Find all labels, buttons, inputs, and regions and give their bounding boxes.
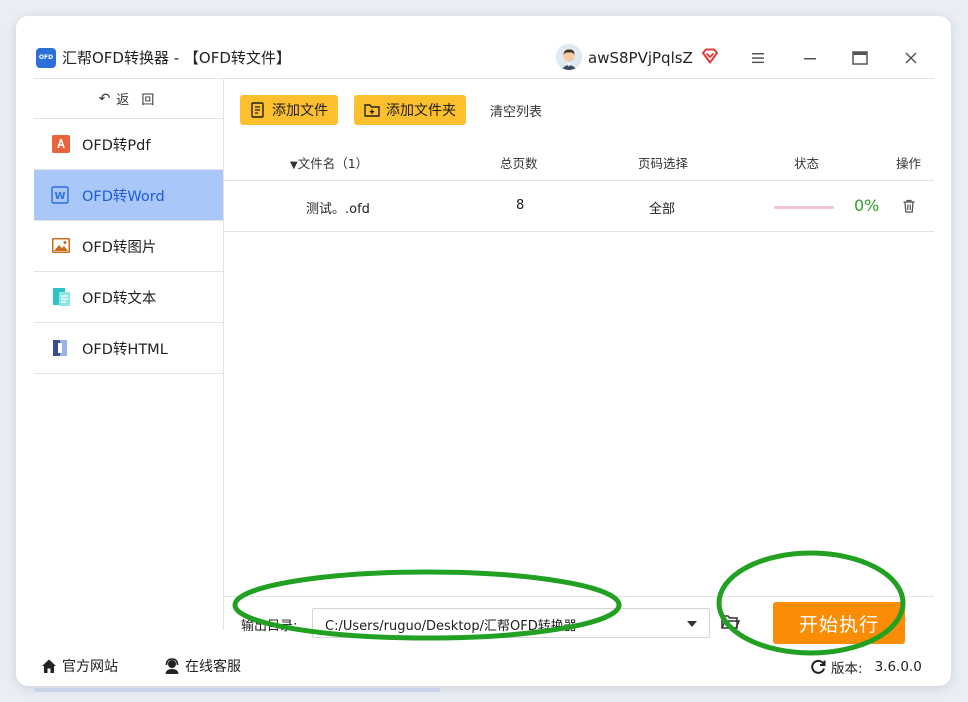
- output-label: 输出目录:: [241, 619, 298, 634]
- row-filename: 测试。.ofd: [306, 202, 370, 217]
- sidebar-item-label: OFD转Word: [82, 188, 165, 205]
- website-link[interactable]: 官方网站: [40, 656, 118, 676]
- sidebar-item-text[interactable]: OFD转文本: [34, 272, 223, 323]
- progress-bar: [774, 206, 834, 209]
- main-panel: 添加文件 添加文件夹 清空列表 ▼文件名（1） 总页数 页码选择 状态 操作 测…: [224, 78, 934, 630]
- output-bar: 输出目录: C:/Users/ruguo/Desktop/汇帮OFD转换器 开始…: [224, 596, 934, 646]
- add-folder-button[interactable]: 添加文件夹: [354, 95, 466, 125]
- row-page-select[interactable]: 全部: [649, 198, 675, 217]
- back-arrow-icon: ↶: [98, 90, 111, 107]
- sidebar-item-label: OFD转Pdf: [82, 137, 151, 154]
- word-icon: W: [51, 186, 69, 204]
- column-filename-label: 文件名（1）: [297, 156, 369, 171]
- add-folder-label: 添加文件夹: [386, 103, 456, 119]
- output-path-select[interactable]: C:/Users/ruguo/Desktop/汇帮OFD转换器: [312, 608, 710, 638]
- trash-icon[interactable]: [901, 198, 917, 214]
- maximize-button[interactable]: [848, 46, 872, 70]
- text-icon: [53, 288, 70, 306]
- svg-text:W: W: [55, 191, 66, 202]
- footer: 官方网站 在线客服 版本: 3.6.0.0: [16, 648, 951, 686]
- progress-percent: 0%: [854, 196, 880, 215]
- support-link[interactable]: 在线客服: [163, 656, 241, 676]
- column-status: 状态: [794, 156, 820, 171]
- output-path-value: C:/Users/ruguo/Desktop/汇帮OFD转换器: [325, 619, 577, 634]
- start-button[interactable]: 开始执行: [773, 602, 905, 644]
- minimize-icon: [804, 58, 816, 60]
- website-label: 官方网站: [62, 659, 118, 675]
- support-label: 在线客服: [185, 659, 241, 675]
- close-button[interactable]: [899, 46, 923, 70]
- headset-icon: [165, 658, 179, 674]
- sidebar-item-image[interactable]: OFD转图片: [34, 221, 223, 272]
- image-icon: [52, 238, 70, 253]
- user-avatar[interactable]: [556, 44, 582, 70]
- window-title: 汇帮OFD转换器 - 【OFD转文件】: [62, 49, 291, 67]
- sidebar-item-label: OFD转文本: [82, 290, 157, 307]
- column-filename[interactable]: ▼文件名（1）: [290, 153, 368, 172]
- add-folder-icon: [364, 104, 380, 117]
- menu-button[interactable]: [746, 46, 770, 70]
- clear-list-button[interactable]: 清空列表: [490, 101, 542, 120]
- toolbar: 添加文件 添加文件夹 清空列表: [224, 79, 934, 137]
- maximize-icon: [852, 51, 868, 65]
- refresh-icon[interactable]: [809, 658, 827, 676]
- add-file-button[interactable]: 添加文件: [240, 95, 338, 125]
- minimize-button[interactable]: [798, 46, 822, 70]
- username: awS8PVjPqlsZ: [588, 49, 693, 67]
- column-actions: 操作: [896, 156, 922, 171]
- app-window: OFD 汇帮OFD转换器 - 【OFD转文件】 awS8PVjPqlsZ ↶ 返…: [16, 16, 951, 686]
- sidebar-item-pdf[interactable]: OFD转Pdf: [34, 119, 223, 170]
- sidebar: ↶ 返 回 OFD转Pdf W OFD转Word OFD转图片 OFD转文本 O…: [34, 78, 224, 630]
- pdf-icon: [52, 135, 70, 153]
- bottom-strip: [34, 688, 440, 692]
- sidebar-item-html[interactable]: OFD转HTML: [34, 323, 223, 374]
- add-file-label: 添加文件: [272, 103, 328, 119]
- column-pages: 总页数: [500, 156, 538, 171]
- table-header: ▼文件名（1） 总页数 页码选择 状态 操作: [224, 141, 934, 181]
- chevron-down-icon: [687, 621, 697, 627]
- version-info: 版本: 3.6.0.0: [809, 657, 922, 677]
- back-label: 返 回: [116, 93, 159, 108]
- back-button[interactable]: ↶ 返 回: [34, 79, 223, 119]
- sidebar-item-label: OFD转HTML: [82, 341, 168, 358]
- row-pages: 8: [516, 198, 525, 213]
- hamburger-icon: [752, 53, 764, 64]
- vip-diamond-icon[interactable]: [701, 47, 719, 65]
- add-file-icon: [251, 102, 264, 118]
- table-row[interactable]: 测试。.ofd 8 全部 0%: [224, 181, 934, 232]
- sort-caret-icon: ▼: [290, 160, 298, 171]
- title-bar: OFD 汇帮OFD转换器 - 【OFD转文件】 awS8PVjPqlsZ: [16, 16, 951, 76]
- open-folder-icon[interactable]: [720, 613, 740, 631]
- app-logo: OFD: [36, 48, 56, 68]
- home-icon: [42, 659, 56, 673]
- version-number: 3.6.0.0: [874, 659, 922, 675]
- column-page-select: 页码选择: [638, 156, 689, 171]
- sidebar-item-label: OFD转图片: [82, 239, 157, 256]
- version-label: 版本:: [831, 661, 863, 677]
- sidebar-item-word[interactable]: W OFD转Word: [34, 170, 223, 221]
- html-icon: [53, 340, 67, 356]
- close-icon: [905, 52, 917, 64]
